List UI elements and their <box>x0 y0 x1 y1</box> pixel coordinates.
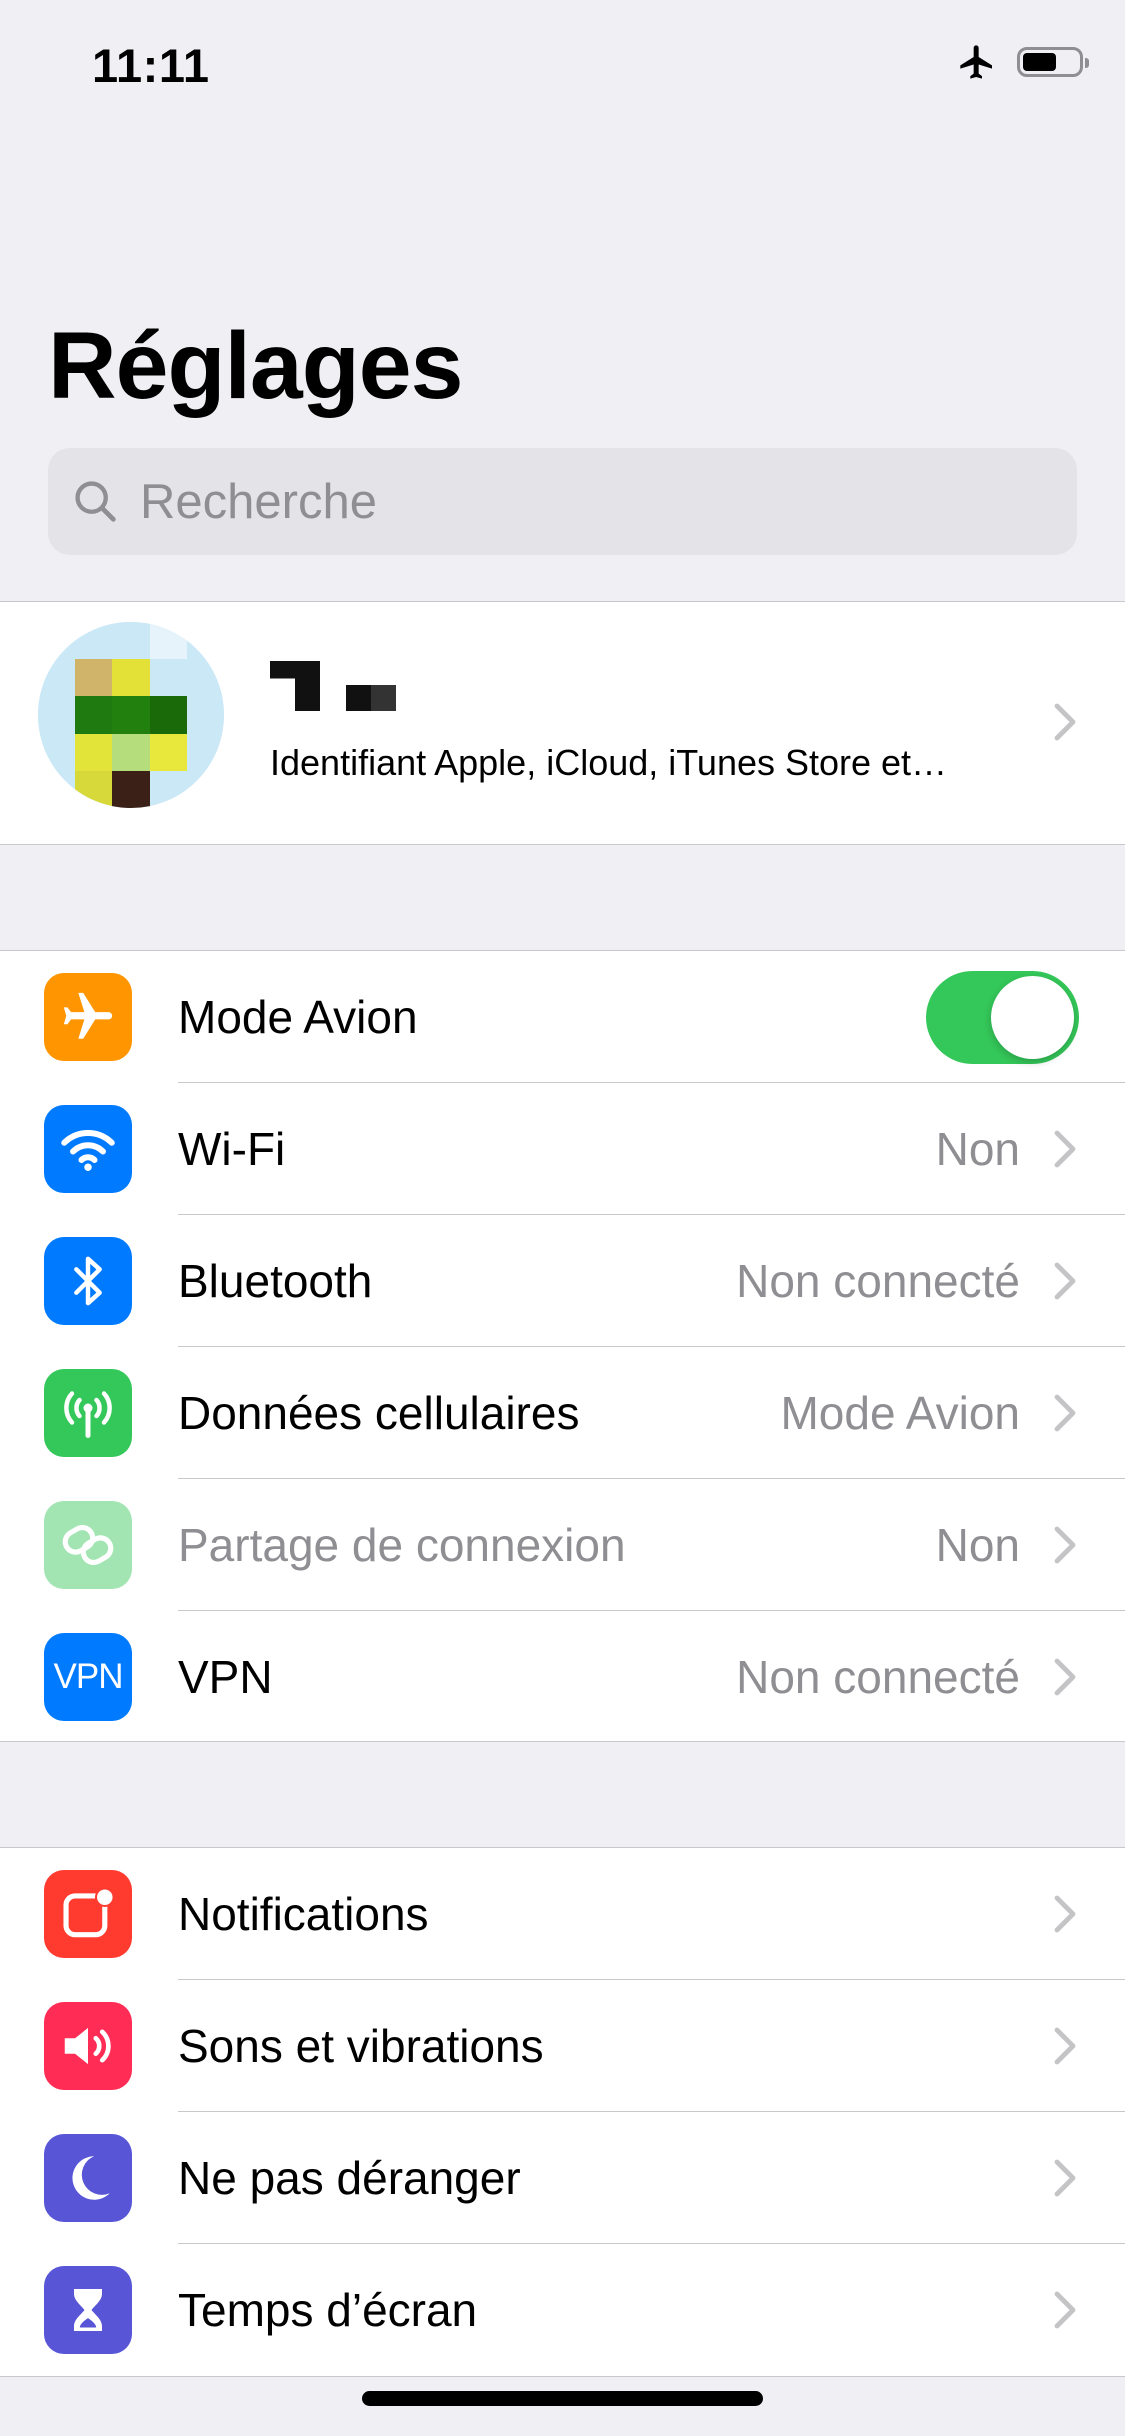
settings-row-do-not-disturb[interactable]: Ne pas déranger <box>0 2112 1125 2244</box>
row-label: Wi-Fi <box>178 1123 286 1175</box>
system-settings-group: Notifications Sons et vibrations Ne pas … <box>0 1847 1125 2377</box>
status-time: 11:11 <box>92 39 210 92</box>
apple-id-profile-row[interactable]: Identifiant Apple, iCloud, iTunes Store … <box>0 601 1125 845</box>
chevron-right-icon <box>1054 2291 1076 2329</box>
settings-row-wifi[interactable]: Wi-Fi Non <box>0 1083 1125 1215</box>
search-input[interactable] <box>140 473 1040 530</box>
avatar <box>38 622 224 808</box>
hourglass-icon <box>44 2266 132 2354</box>
vpn-icon: VPN <box>44 1633 132 1721</box>
row-label: Partage de connexion <box>178 1519 626 1571</box>
moon-icon <box>44 2134 132 2222</box>
network-settings-group: Mode Avion Wi-Fi Non Bluetooth Non conne… <box>0 950 1125 1742</box>
settings-row-notifications[interactable]: Notifications <box>0 1848 1125 1980</box>
row-value: Mode Avion <box>780 1387 1020 1439</box>
page-title: Réglages <box>48 313 463 419</box>
settings-row-screen-time[interactable]: Temps d’écran <box>0 2244 1125 2376</box>
chevron-right-icon <box>1054 1895 1076 1933</box>
settings-row-airplane-mode: Mode Avion <box>0 951 1125 1083</box>
row-label: Notifications <box>178 1888 429 1940</box>
search-icon <box>75 480 116 522</box>
chevron-right-icon <box>1054 703 1076 741</box>
battery-icon <box>1017 47 1089 77</box>
airplane-icon <box>44 973 132 1061</box>
wifi-icon <box>44 1105 132 1193</box>
settings-row-vpn[interactable]: VPN VPN Non connecté <box>0 1611 1125 1743</box>
row-label: Données cellulaires <box>178 1387 580 1439</box>
settings-row-sounds[interactable]: Sons et vibrations <box>0 1980 1125 2112</box>
chevron-right-icon <box>1054 1526 1076 1564</box>
row-value: Non connecté <box>736 1255 1020 1307</box>
chevron-right-icon <box>1054 1130 1076 1168</box>
settings-screen: 11:11 Réglages Identifiant Apple, iCloud… <box>0 0 1125 2436</box>
bluetooth-icon <box>44 1237 132 1325</box>
chevron-right-icon <box>1054 1658 1076 1696</box>
airplane-mode-toggle[interactable] <box>926 971 1079 1064</box>
airplane-icon <box>955 42 999 82</box>
speaker-icon <box>44 2002 132 2090</box>
row-label: Ne pas déranger <box>178 2152 521 2204</box>
profile-name-redacted <box>270 660 396 712</box>
chevron-right-icon <box>1054 1394 1076 1432</box>
cellular-antenna-icon <box>44 1369 132 1457</box>
settings-row-cellular[interactable]: Données cellulaires Mode Avion <box>0 1347 1125 1479</box>
chevron-right-icon <box>1054 1262 1076 1300</box>
settings-row-personal-hotspot[interactable]: Partage de connexion Non <box>0 1479 1125 1611</box>
search-bar[interactable] <box>48 448 1077 555</box>
row-label: Bluetooth <box>178 1255 373 1307</box>
row-value: Non <box>935 1519 1020 1571</box>
chevron-right-icon <box>1054 2027 1076 2065</box>
status-icons <box>955 42 1089 82</box>
row-value: Non <box>935 1123 1020 1175</box>
notifications-icon <box>44 1870 132 1958</box>
row-label: Sons et vibrations <box>178 2020 544 2072</box>
home-indicator[interactable] <box>362 2391 763 2406</box>
row-value: Non connecté <box>736 1651 1020 1703</box>
row-label: Mode Avion <box>178 991 418 1043</box>
hotspot-chain-icon <box>44 1501 132 1589</box>
chevron-right-icon <box>1054 2159 1076 2197</box>
profile-subtitle: Identifiant Apple, iCloud, iTunes Store … <box>270 742 948 783</box>
vpn-icon-text: VPN <box>53 1657 124 1696</box>
row-label: Temps d’écran <box>178 2284 478 2336</box>
settings-row-bluetooth[interactable]: Bluetooth Non connecté <box>0 1215 1125 1347</box>
row-label: VPN <box>178 1651 273 1703</box>
